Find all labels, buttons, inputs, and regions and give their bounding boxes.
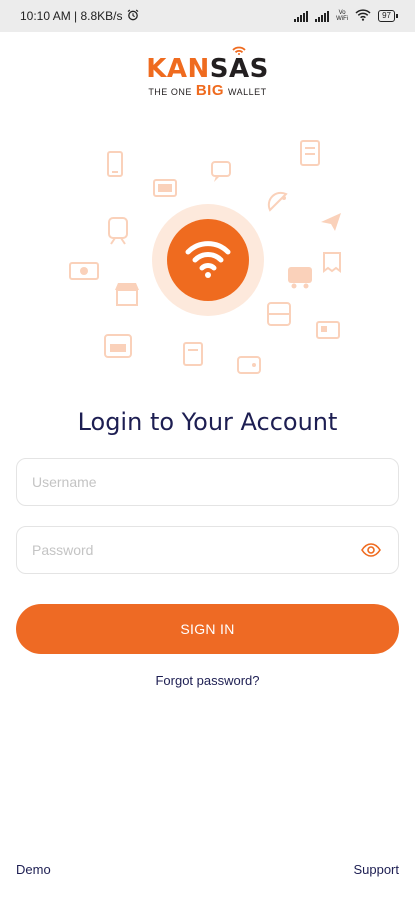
- eye-icon[interactable]: [361, 542, 383, 558]
- hero-illustration: [60, 130, 355, 390]
- logo-word-part2-text: SAS: [209, 54, 269, 84]
- status-right: Vo WiFi 97: [294, 8, 398, 24]
- sign-in-button[interactable]: SIGN IN: [16, 604, 399, 654]
- page-title: Login to Your Account: [77, 408, 338, 436]
- hotel-icon: [104, 334, 132, 358]
- support-link[interactable]: Support: [353, 862, 399, 877]
- wallet-icon: [237, 356, 261, 374]
- logo-wifi-icon: [232, 46, 246, 55]
- train-icon: [108, 217, 128, 245]
- wifi-status-icon: [355, 8, 371, 24]
- tv-icon: [153, 179, 177, 197]
- kansas-logo: KANSAS THE ONE BIG WALLET: [0, 46, 415, 99]
- ticket-icon: [267, 302, 291, 326]
- forgot-password-link[interactable]: Forgot password?: [0, 673, 415, 688]
- tagline-pre: THE ONE: [148, 87, 192, 97]
- receipt-icon: [323, 252, 341, 273]
- dish-icon: [267, 191, 288, 212]
- username-input[interactable]: [32, 474, 383, 490]
- status-left: 10:10 AM | 8.8KB/s: [20, 9, 139, 24]
- bed-icon: [316, 321, 340, 339]
- airplane-icon: [321, 213, 341, 231]
- logo-wordmark: KANSAS: [146, 46, 269, 86]
- password-field[interactable]: [16, 526, 399, 574]
- wifi-icon: [185, 241, 231, 278]
- vowifi-indicator: Vo WiFi: [336, 10, 348, 22]
- satellite-icon: [183, 342, 203, 366]
- demo-link[interactable]: Demo: [16, 862, 51, 877]
- mobile-icon: [107, 151, 123, 177]
- battery-icon: 97: [378, 10, 398, 22]
- tagline-post: WALLET: [228, 87, 267, 97]
- alarm-clock-icon: [127, 9, 139, 24]
- cash-icon: [69, 262, 99, 280]
- password-input[interactable]: [32, 542, 361, 558]
- logo-word-part1: KAN: [146, 54, 210, 84]
- status-bar: 10:10 AM | 8.8KB/s Vo WiFi 97: [0, 0, 415, 32]
- book-icon: [300, 140, 320, 166]
- signal-icon: [294, 10, 309, 22]
- chat-icon: [211, 161, 231, 182]
- logo-word-part2: SAS: [209, 46, 269, 84]
- vowifi-line2: WiFi: [336, 16, 349, 22]
- status-time-speed: 10:10 AM | 8.8KB/s: [20, 9, 123, 23]
- bus-icon: [288, 267, 312, 289]
- hero-wifi-badge: [167, 219, 249, 301]
- shop-icon: [115, 283, 139, 306]
- signal-icon-2: [315, 10, 330, 22]
- username-field[interactable]: [16, 458, 399, 506]
